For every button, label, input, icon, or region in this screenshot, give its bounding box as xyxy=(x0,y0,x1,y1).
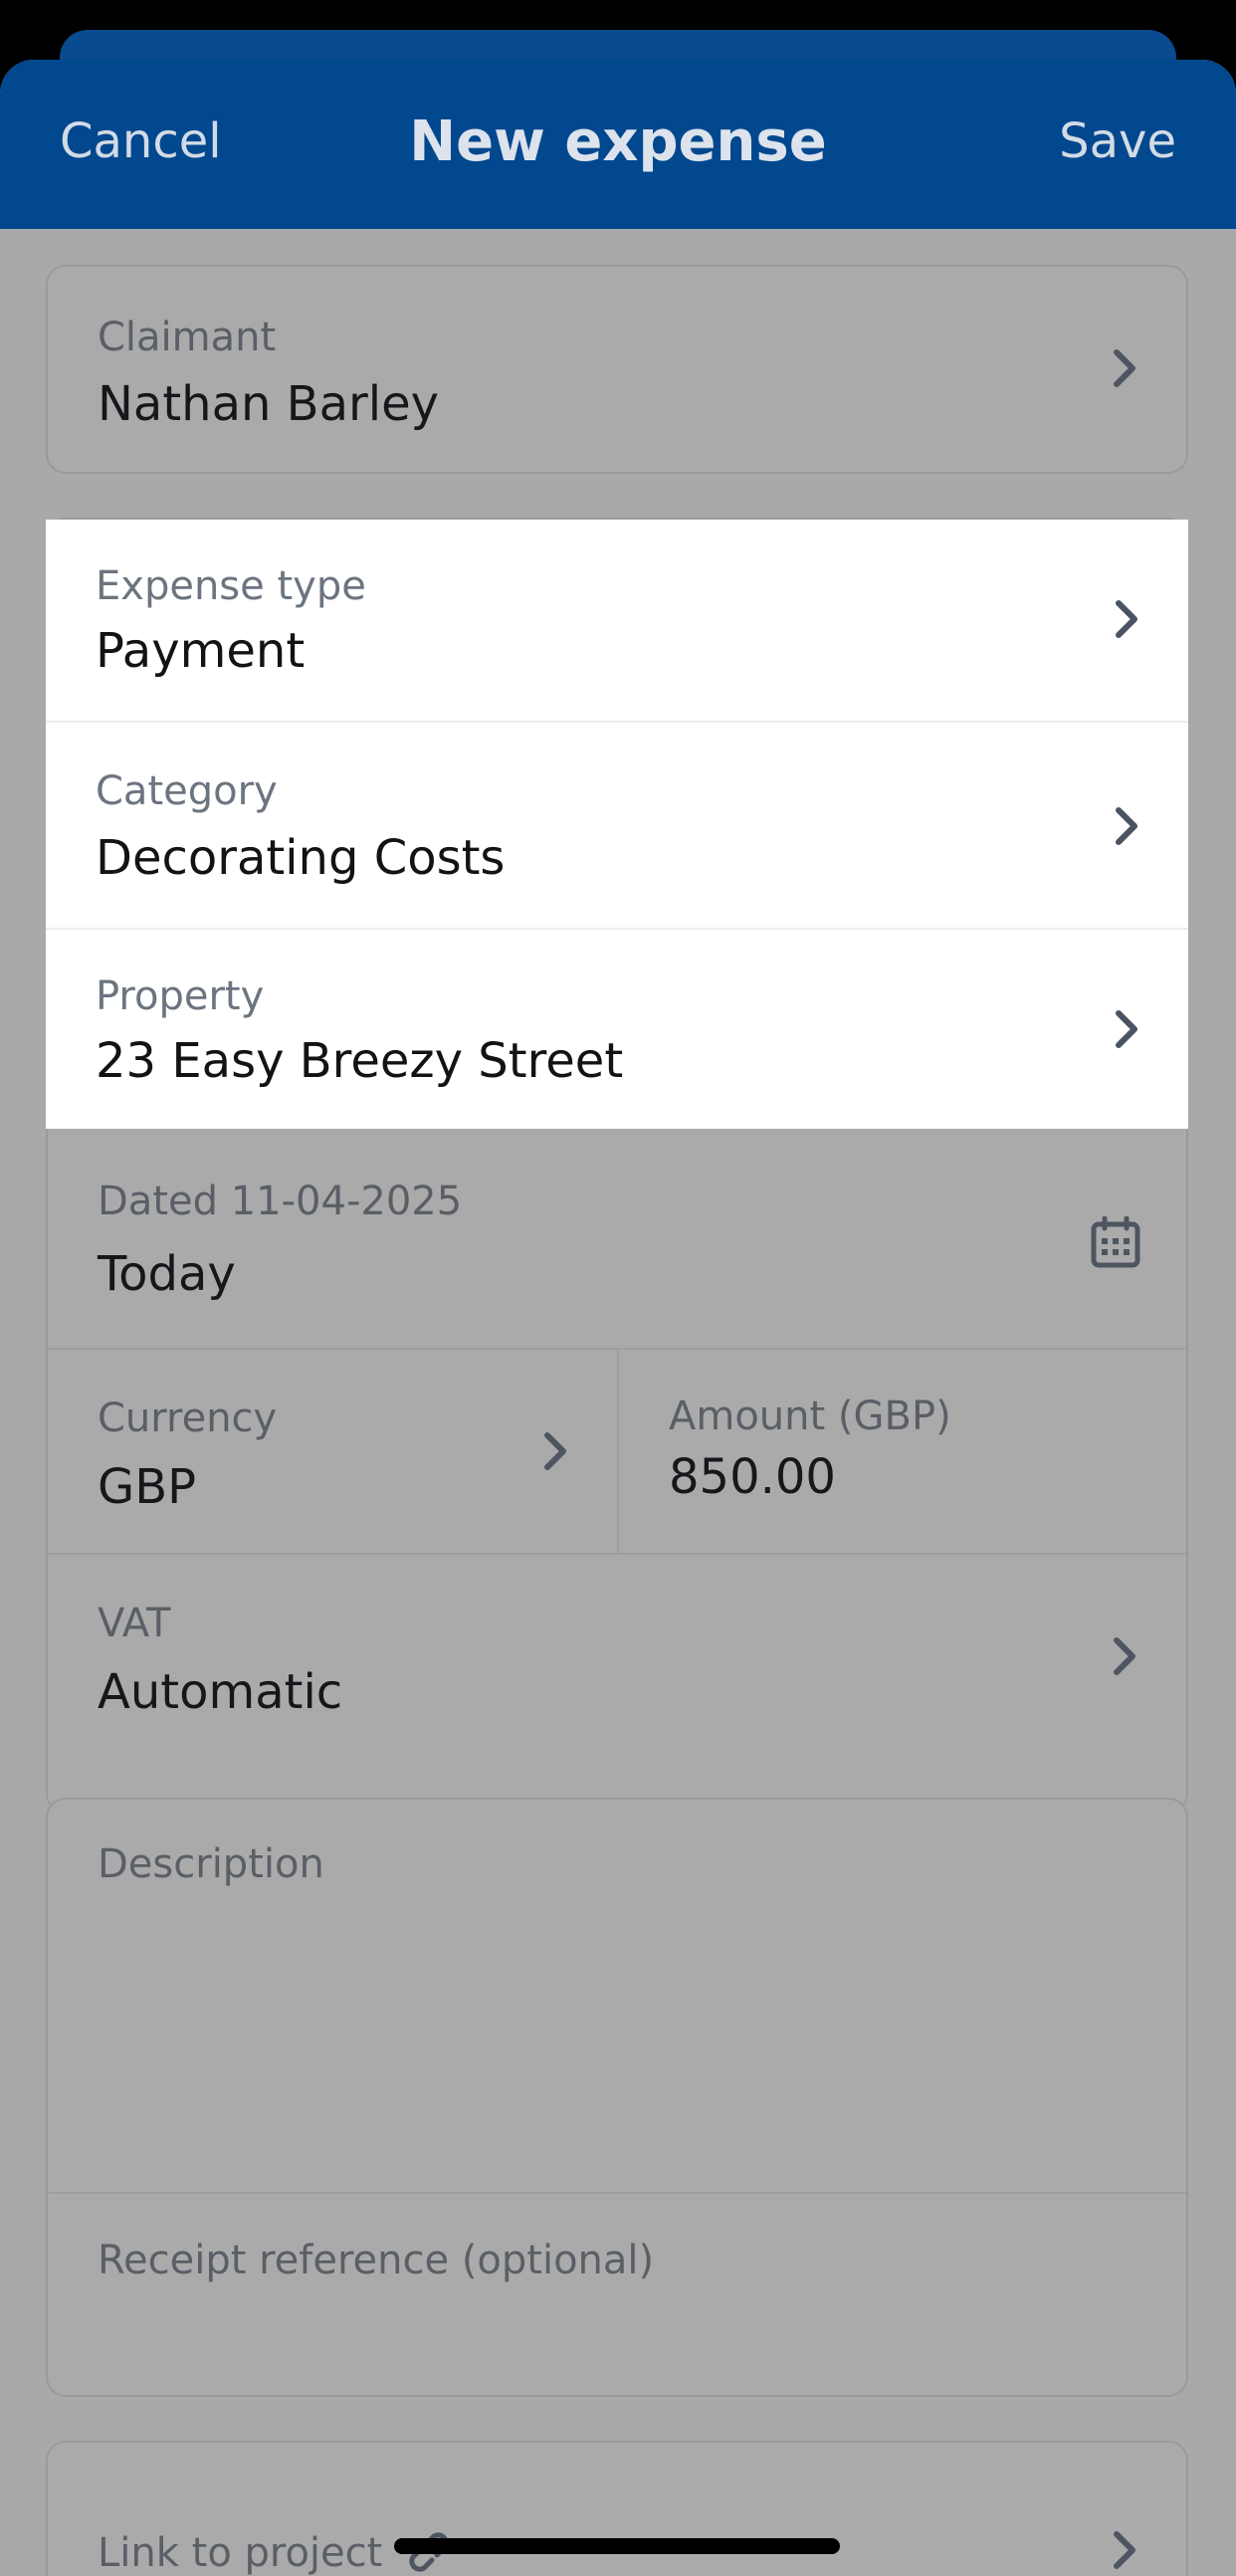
link-project-card: Link to project xyxy=(46,2441,1188,2576)
receipt-reference-label: Receipt reference (optional) xyxy=(98,2238,655,2283)
claimant-card: Claimant Nathan Barley xyxy=(46,265,1188,474)
date-label: Dated 11-04-2025 xyxy=(98,1179,463,1224)
claimant-value: Nathan Barley xyxy=(98,376,440,432)
category-value: Decorating Costs xyxy=(96,830,506,886)
receipt-reference-field[interactable]: Receipt reference (optional) xyxy=(48,2192,1186,2395)
chevron-right-icon xyxy=(1109,597,1142,641)
claimant-label: Claimant xyxy=(98,315,277,360)
amount-label: Amount (GBP) xyxy=(669,1394,951,1439)
highlighted-fields: Expense type Payment Category Decorating… xyxy=(46,520,1188,1129)
expense-type-row[interactable]: Expense type Payment xyxy=(46,520,1188,721)
currency-value: GBP xyxy=(98,1459,197,1515)
chevron-right-icon xyxy=(1107,2528,1140,2572)
chevron-right-icon xyxy=(1109,804,1142,848)
currency-label: Currency xyxy=(98,1395,278,1441)
currency-amount-row: Currency GBP Amount (GBP) 850.00 xyxy=(48,1348,1186,1555)
vat-value: Automatic xyxy=(98,1664,343,1720)
category-row[interactable]: Category Decorating Costs xyxy=(46,721,1188,928)
link-project-label: Link to project xyxy=(98,2530,383,2576)
vat-row[interactable]: VAT Automatic xyxy=(48,1553,1186,1760)
property-value: 23 Easy Breezy Street xyxy=(96,1033,624,1089)
navigation-bar: Cancel New expense Save xyxy=(0,60,1236,229)
amount-field[interactable]: Amount (GBP) 850.00 xyxy=(617,1350,1186,1555)
calendar-icon[interactable] xyxy=(1091,1216,1140,1268)
property-row[interactable]: Property 23 Easy Breezy Street xyxy=(46,928,1188,1129)
chevron-right-icon xyxy=(1107,346,1140,390)
date-row[interactable]: Dated 11-04-2025 Today xyxy=(48,1139,1186,1348)
property-label: Property xyxy=(96,973,265,1019)
description-field[interactable]: Description xyxy=(48,1800,1186,2192)
currency-field[interactable]: Currency GBP xyxy=(48,1350,617,1555)
link-project-row[interactable]: Link to project xyxy=(48,2443,1186,2576)
claimant-row[interactable]: Claimant Nathan Barley xyxy=(48,267,1186,472)
chevron-right-icon xyxy=(1107,1634,1140,1678)
page-title: New expense xyxy=(409,109,827,174)
chevron-right-icon xyxy=(537,1429,571,1473)
description-card: Description Receipt reference (optional) xyxy=(46,1798,1188,2397)
chevron-right-icon xyxy=(1109,1007,1142,1051)
date-value: Today xyxy=(98,1246,236,1302)
new-expense-sheet: Cancel New expense Save Claimant Nathan … xyxy=(0,60,1236,2576)
category-label: Category xyxy=(96,768,278,814)
home-indicator[interactable] xyxy=(394,2538,840,2554)
amount-value: 850.00 xyxy=(669,1449,836,1505)
expense-type-value: Payment xyxy=(96,623,306,679)
description-label: Description xyxy=(98,1841,324,1887)
save-button[interactable]: Save xyxy=(1059,113,1176,169)
expense-type-label: Expense type xyxy=(96,563,366,609)
vat-label: VAT xyxy=(98,1601,171,1646)
